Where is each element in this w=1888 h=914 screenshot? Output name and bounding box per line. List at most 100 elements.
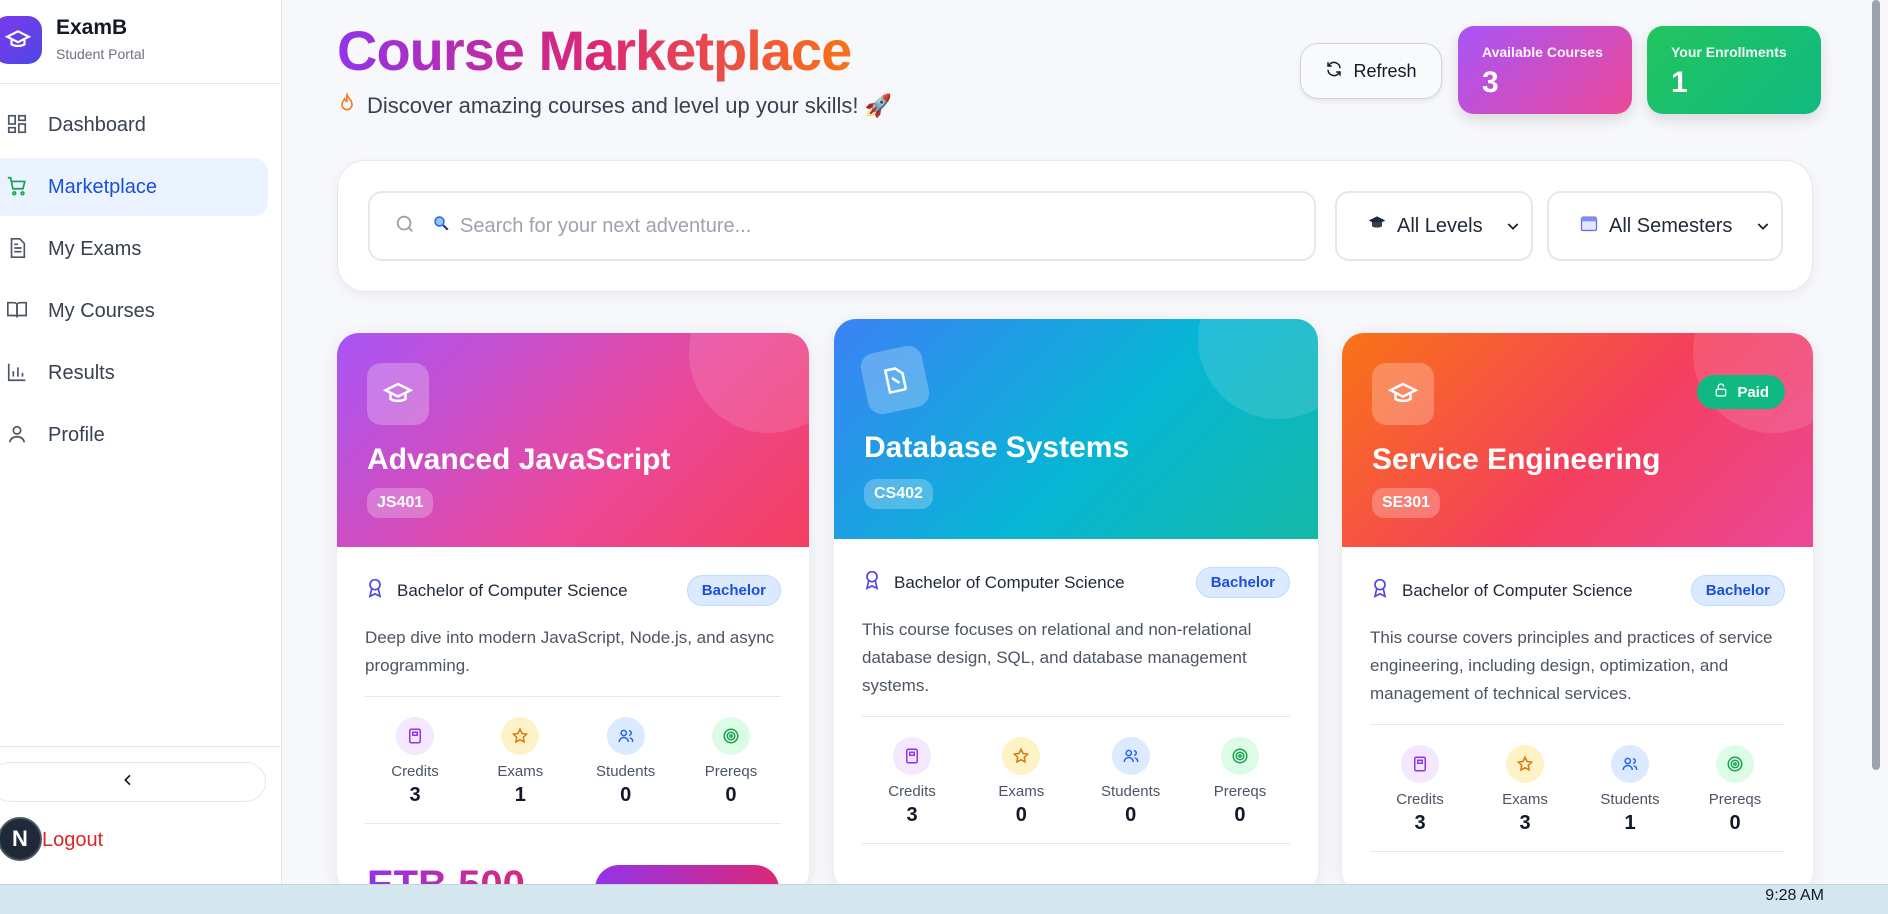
divider — [365, 823, 781, 824]
course-title: Advanced JavaScript — [367, 443, 671, 476]
sidebar-footer: N Logout — [0, 746, 282, 884]
award-icon — [1370, 577, 1390, 604]
sidebar-item-profile[interactable]: Profile — [0, 406, 268, 464]
bar-chart-icon — [6, 361, 30, 385]
prereqs-value: 0 — [725, 784, 737, 806]
stat-value: 3 — [1482, 66, 1499, 99]
prereqs-value: 0 — [1234, 804, 1246, 826]
program-name: Bachelor of Computer Science — [1370, 577, 1633, 604]
sidebar-item-my-exams[interactable]: My Exams — [0, 220, 268, 278]
course-title: Database Systems — [864, 431, 1130, 464]
credits-label: Credits — [1396, 791, 1444, 808]
level-badge: Bachelor — [1195, 567, 1290, 598]
taskbar-clock: 9:28 AM — [1765, 887, 1824, 904]
prereqs-label: Prereqs — [1213, 783, 1267, 800]
sidebar-item-my-courses[interactable]: My Courses — [0, 282, 268, 340]
course-code: SE301 — [1372, 488, 1441, 518]
page-title: Course Marketplace — [337, 19, 852, 82]
award-icon — [365, 577, 385, 604]
sidebar-item-label: My Courses — [48, 299, 155, 322]
course-card[interactable]: Paid Service Engineering SE301 Bachelor … — [1342, 333, 1813, 893]
students-value: 1 — [1624, 812, 1636, 834]
filter-panel: Search for your next adventure... All Le… — [337, 160, 1813, 292]
available-courses-stat: Available Courses 3 — [1458, 26, 1632, 114]
students-label: Students — [596, 763, 656, 780]
exams-label: Exams — [1502, 791, 1548, 808]
document-icon — [6, 237, 30, 261]
user-icon — [6, 423, 30, 447]
page-scrollbar[interactable] — [1870, 0, 1880, 770]
level-badge: Bachelor — [686, 575, 781, 606]
semester-select-value: All Semesters — [1609, 214, 1733, 237]
sidebar-item-results[interactable]: Results — [0, 344, 268, 402]
sidebar-item-label: Profile — [48, 423, 105, 446]
star-icon — [1506, 745, 1544, 783]
students-value: 0 — [620, 784, 632, 806]
graduation-cap-icon — [0, 16, 42, 64]
sidebar-item-marketplace[interactable]: Marketplace — [0, 158, 268, 216]
students-label: Students — [1600, 791, 1660, 808]
stat-label: Your Enrollments — [1671, 44, 1787, 60]
book-icon — [1401, 745, 1439, 783]
program-name: Bachelor of Computer Science — [862, 569, 1125, 596]
sidebar-item-label: Marketplace — [48, 175, 157, 198]
search-icon — [394, 213, 416, 240]
calendar-icon — [1579, 213, 1599, 239]
app-subtitle: Student Portal — [56, 46, 145, 62]
exams-label: Exams — [497, 763, 544, 780]
prereqs-label: Prereqs — [704, 763, 758, 780]
course-description: This course covers principles and practi… — [1370, 628, 1773, 703]
magnifier-emoji-icon — [432, 214, 450, 238]
semester-select[interactable]: All Semesters — [1547, 191, 1783, 261]
stat-value: 1 — [1671, 66, 1688, 99]
book-icon — [893, 737, 931, 775]
course-card-header: Advanced JavaScript JS401 — [337, 333, 809, 547]
sidebar-item-label: Results — [48, 361, 115, 384]
graduation-cap-icon — [1367, 213, 1387, 239]
users-icon — [606, 717, 645, 755]
exams-value: 1 — [514, 784, 526, 806]
book-icon — [6, 299, 30, 323]
page-subtitle: Discover amazing courses and level up yo… — [337, 91, 892, 120]
refresh-label: Refresh — [1353, 60, 1417, 81]
paid-badge: Paid — [1697, 375, 1785, 409]
collapse-sidebar-button[interactable] — [0, 762, 266, 802]
students-value: 0 — [1125, 804, 1137, 826]
users-icon — [1611, 745, 1649, 783]
exams-value: 0 — [1015, 804, 1027, 826]
students-label: Students — [1101, 783, 1161, 800]
logout-button[interactable]: Logout — [42, 829, 103, 852]
level-badge: Bachelor — [1690, 575, 1785, 606]
graduation-cap-icon — [1372, 363, 1434, 425]
credits-value: 3 — [1414, 812, 1426, 834]
course-card[interactable]: Database Systems CS402 Bachelor of Compu… — [834, 319, 1318, 893]
divider — [1370, 851, 1785, 852]
search-input[interactable]: Search for your next adventure... — [368, 191, 1316, 261]
avatar[interactable]: N — [0, 817, 42, 861]
course-card[interactable]: Advanced JavaScript JS401 Bachelor of Co… — [337, 333, 809, 893]
course-code: JS401 — [367, 488, 434, 518]
scrollbar-thumb[interactable] — [1872, 0, 1880, 770]
course-description: This course focuses on relational and no… — [862, 620, 1252, 695]
level-select[interactable]: All Levels — [1335, 191, 1533, 261]
award-icon — [862, 569, 882, 596]
book-icon — [396, 717, 434, 755]
sidebar-item-label: My Exams — [48, 237, 142, 260]
star-icon — [1002, 737, 1041, 775]
credits-value: 3 — [906, 804, 918, 826]
target-icon — [1716, 745, 1754, 783]
sidebar-item-label: Dashboard — [48, 113, 146, 136]
prereqs-label: Prereqs — [1708, 791, 1762, 808]
app-name: ExamB — [56, 16, 128, 39]
credits-label: Credits — [888, 783, 936, 800]
target-icon — [711, 717, 750, 755]
users-icon — [1111, 737, 1150, 775]
level-select-value: All Levels — [1397, 214, 1483, 237]
exams-value: 3 — [1519, 812, 1531, 834]
stat-label: Available Courses — [1482, 44, 1603, 60]
decorative-circle — [689, 333, 809, 433]
sidebar: ExamB Student Portal Dashboard Marketpla… — [0, 0, 282, 884]
target-icon — [1220, 737, 1259, 775]
sidebar-item-dashboard[interactable]: Dashboard — [0, 96, 268, 154]
refresh-button[interactable]: Refresh — [1300, 43, 1442, 99]
